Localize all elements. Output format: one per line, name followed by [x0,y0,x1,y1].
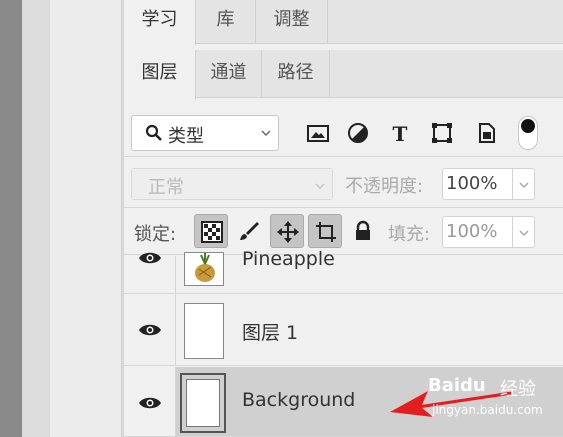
svg-text:T: T [393,122,408,145]
fill-label: 填充: [388,224,431,245]
layer-name: 图层 1 [242,322,299,344]
layer-filter-toolbar: 类型 T [124,99,563,157]
visibility-toggle[interactable] [124,294,176,365]
watermark-logo: Baidu [428,375,486,396]
toggle-knob [521,119,535,133]
chevron-down-icon [519,230,529,237]
top-tab-bar: 学习 库 调整 [124,0,563,45]
prevent-auto-nesting-button[interactable] [308,214,342,248]
lock-icon [356,220,370,240]
layer-row-layer-1[interactable]: 图层 1 [124,294,563,366]
lock-image-pixels-button[interactable] [232,214,266,248]
move-icon [277,221,299,243]
filter-toggle[interactable] [518,116,538,150]
opacity-field[interactable]: 100% [442,168,535,200]
lock-transparent-pixels-button[interactable] [194,214,228,248]
fill-value: 100% [446,221,498,242]
lock-fill-row: 锁定: 填充: 100% [124,209,563,255]
lock-label: 锁定: [134,224,177,245]
blend-mode-select[interactable]: 正常 [131,168,333,200]
visibility-toggle[interactable] [124,367,176,436]
layer-thumbnail-pineapple [184,252,224,286]
layers-tab-bar: 图层 通道 路径 [124,50,563,99]
left-gutter [22,0,50,437]
chevron-down-icon [519,182,529,189]
pixel-layer-filter-icon[interactable] [306,121,330,145]
layers-panel: 学习 库 调整 图层 通道 路径 类型 T 正常 不透明度: 100% 锁定: [122,0,563,437]
chevron-down-icon [261,130,271,137]
chevron-down-icon [315,183,325,190]
opacity-value: 100% [446,173,498,194]
brush-icon [240,222,259,240]
filter-kind-select[interactable]: 类型 [131,115,279,151]
fill-dropdown[interactable] [512,217,534,247]
eye-icon [139,252,161,264]
opacity-dropdown[interactable] [512,169,534,199]
tab-paths[interactable]: 路径 [262,50,330,98]
visibility-toggle[interactable] [124,252,176,293]
crop-icon [316,222,336,242]
collapsed-panel-column [50,0,122,437]
layer-row-pineapple[interactable]: Pineapple [124,248,563,294]
shape-layer-filter-icon[interactable] [430,121,454,145]
layer-name: Pineapple [242,248,335,270]
lock-position-button[interactable] [270,214,304,248]
lock-all-button[interactable] [346,214,380,248]
fill-field[interactable]: 100% [442,216,535,248]
tab-channels[interactable]: 通道 [196,50,262,98]
layer-thumbnail-white [186,379,220,427]
tab-layers[interactable]: 图层 [124,50,196,99]
blend-opacity-row: 正常 不透明度: 100% [124,158,563,208]
left-scroll-strip [0,0,22,437]
opacity-label: 不透明度: [345,176,424,197]
smart-object-filter-icon[interactable] [474,121,498,145]
layer-thumbnail-selected-frame [180,373,226,433]
tab-libraries[interactable]: 库 [196,0,256,44]
search-icon [145,124,162,141]
baidu-watermark: Baidu 经验 jingyan.baidu.com [418,373,562,435]
tab-adjustments[interactable]: 调整 [256,0,328,44]
pineapple-thumbnail-image [195,253,215,282]
type-layer-filter-icon[interactable]: T [388,121,412,145]
layer-thumbnail-transparent [184,303,224,359]
tab-learn[interactable]: 学习 [124,0,196,45]
watermark-label: 经验 [500,379,536,400]
eye-icon [139,397,161,409]
checker-icon [201,221,223,243]
adjustment-layer-filter-icon[interactable] [346,121,370,145]
layer-name: Background [242,389,356,411]
blend-mode-value: 正常 [148,177,184,198]
eye-icon [139,324,161,336]
watermark-url: jingyan.baidu.com [432,403,543,417]
filter-kind-label: 类型 [168,126,204,147]
